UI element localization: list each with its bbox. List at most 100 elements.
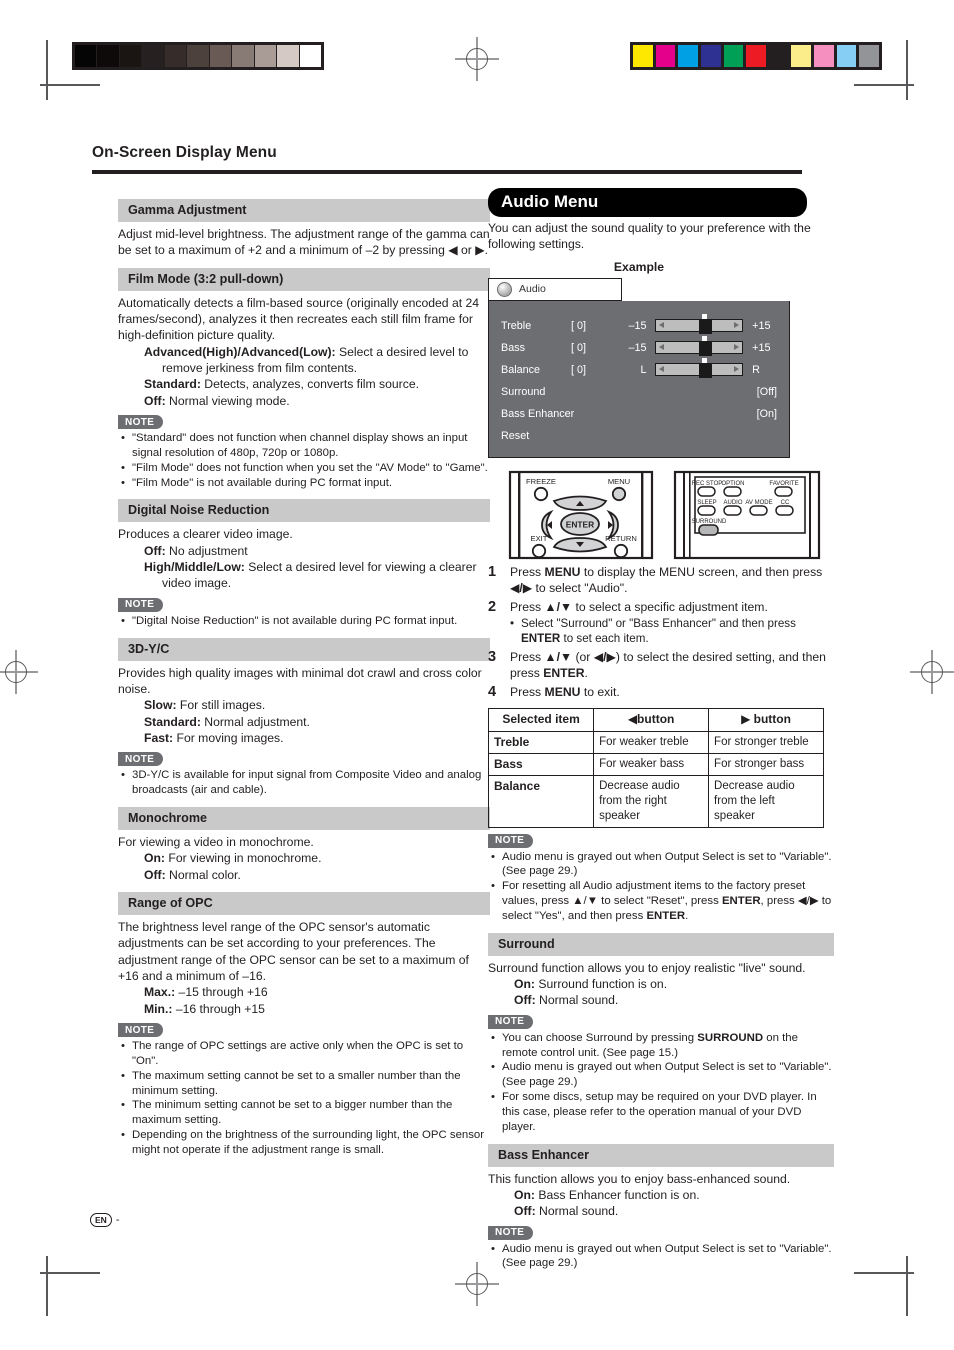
option-term: Max.: bbox=[144, 985, 176, 1000]
step-text: Press MENU to exit. bbox=[510, 685, 620, 700]
table-cell: Balance bbox=[487, 775, 595, 828]
option-desc: Bass Enhancer function is on. bbox=[534, 1187, 700, 1202]
osd-row[interactable]: Bass [ 0] –15 +15 bbox=[489, 336, 789, 359]
note-list: "Standard" does not function when channe… bbox=[120, 431, 490, 490]
option-line: Standard: Normal adjustment. bbox=[144, 714, 490, 730]
option-term: Standard: bbox=[144, 377, 201, 392]
section-body: Provides high quality images with minima… bbox=[118, 665, 482, 696]
slider-right-arrow-icon bbox=[734, 366, 740, 373]
option-term: Off: bbox=[144, 867, 166, 882]
table-cell: Treble bbox=[487, 730, 595, 755]
section-title-bass-enhancer: Bass Enhancer bbox=[488, 1143, 834, 1167]
option-line: On: Bass Enhancer function is on. bbox=[514, 1187, 834, 1203]
step-item: 1 Press MENU to display the MENU screen, … bbox=[488, 564, 834, 596]
osd-slider[interactable] bbox=[654, 336, 744, 356]
note-item: Audio menu is grayed out when Output Sel… bbox=[490, 1242, 834, 1272]
note-item: The minimum setting cannot be set to a b… bbox=[120, 1098, 490, 1128]
table-row: Treble For weaker treble For stronger treb… bbox=[487, 730, 824, 755]
option-term: Advanced(High)/Advanced(Low): bbox=[144, 344, 336, 359]
option-term: Off: bbox=[514, 993, 536, 1008]
note-item: For some discs, setup may be required on… bbox=[490, 1090, 834, 1134]
option-line: Advanced(High)/Advanced(Low): Select a d… bbox=[144, 344, 490, 377]
section-body: The brightness level range of the OPC se… bbox=[118, 920, 469, 984]
svg-text:OPTION: OPTION bbox=[721, 481, 744, 487]
note-item: "Film Mode" does not function when you s… bbox=[120, 461, 490, 476]
slider-marker bbox=[701, 358, 707, 364]
note-item: For resetting all Audio adjustment items… bbox=[490, 879, 834, 923]
option-desc: No adjustment bbox=[165, 543, 248, 558]
left-column: Gamma Adjustment Adjust mid-level brightn… bbox=[118, 190, 490, 1158]
note-item: "Film Mode" is not available during PC f… bbox=[120, 476, 490, 491]
note-item: The maximum setting cannot be set to a s… bbox=[120, 1069, 490, 1099]
step-number: 1 bbox=[488, 563, 497, 580]
section-title-surround: Surround bbox=[488, 932, 834, 956]
section-title: Monochrome bbox=[118, 806, 490, 830]
slider-knob[interactable] bbox=[698, 362, 712, 378]
note-tag: NOTE bbox=[488, 1225, 534, 1240]
note-tag: NOTE bbox=[118, 752, 164, 767]
option-desc: Normal adjustment. bbox=[200, 714, 310, 729]
table-header-cell: ◀button bbox=[593, 708, 710, 732]
osd-slider[interactable] bbox=[654, 314, 744, 334]
option-term: Off: bbox=[144, 393, 166, 408]
note-tag: NOTE bbox=[118, 597, 164, 612]
table-cell: Bass bbox=[487, 753, 595, 777]
note-tag: NOTE bbox=[488, 833, 534, 848]
section-body: Adjust mid-level brightness. The adjustm… bbox=[118, 227, 490, 258]
section-title: Gamma Adjustment bbox=[118, 199, 490, 222]
option-term: Fast: bbox=[144, 730, 174, 745]
osd-slider[interactable] bbox=[654, 358, 744, 378]
slider-right-arrow-icon bbox=[734, 322, 740, 329]
osd-row-label: Treble bbox=[501, 319, 532, 332]
svg-text:AV MODE: AV MODE bbox=[745, 500, 772, 506]
slider-knob[interactable] bbox=[698, 318, 712, 334]
option-desc: Normal viewing mode. bbox=[165, 393, 290, 408]
step-sub-item: Select "Surround" or "Bass Enhancer" and… bbox=[510, 616, 834, 646]
note-item: Depending on the brightness of the surro… bbox=[120, 1128, 490, 1158]
header-rule bbox=[92, 170, 802, 174]
audio-menu-steps: 1 Press MENU to display the MENU screen, … bbox=[488, 564, 834, 701]
svg-text:SLEEP: SLEEP bbox=[697, 500, 716, 506]
note-list: 3D-Y/C is available for input signal fro… bbox=[120, 768, 490, 798]
osd-row[interactable]: Balance [ 0] L R bbox=[489, 358, 789, 381]
osd-row[interactable]: Bass Enhancer [On] bbox=[489, 403, 789, 425]
option-desc: Normal color. bbox=[165, 867, 241, 882]
surround-body: Surround function allows you to enjoy re… bbox=[488, 960, 806, 975]
note-item: "Digital Noise Reduction" is not availab… bbox=[120, 614, 490, 629]
table-cell: For weaker bass bbox=[593, 753, 710, 777]
section-title: 3D-Y/C bbox=[118, 637, 490, 661]
option-desc: Normal sound. bbox=[535, 1204, 619, 1219]
osd-row-state: [Off] bbox=[756, 385, 777, 398]
slider-left-arrow-icon bbox=[658, 344, 664, 351]
table-row: Balance Decrease audio from the right spe… bbox=[487, 775, 824, 828]
slider-knob[interactable] bbox=[698, 340, 712, 356]
option-term: Standard: bbox=[144, 714, 201, 729]
surround-notes: You can choose Surround by pressing SURR… bbox=[490, 1031, 834, 1135]
step-item: 2 Press ▲/▼ to select a specific adjustme… bbox=[488, 599, 834, 646]
note-item: Audio menu is grayed out when Output Sel… bbox=[490, 850, 834, 880]
table-cell: For stronger bass bbox=[708, 753, 824, 777]
osd-row[interactable]: Treble [ 0] –15 +15 bbox=[489, 314, 789, 337]
note-item: "Standard" does not function when channe… bbox=[120, 431, 490, 461]
table-header-cell: ▶ button bbox=[708, 708, 824, 732]
note-tag: NOTE bbox=[118, 415, 164, 430]
option-term: On: bbox=[514, 977, 535, 992]
slider-right-arrow-icon bbox=[734, 344, 740, 351]
section-body: Produces a clearer video image. bbox=[118, 527, 293, 542]
note-tag: NOTE bbox=[118, 1023, 164, 1038]
osd-tab-label: Audio bbox=[519, 283, 546, 296]
section-body: For viewing a video in monochrome. bbox=[118, 834, 314, 849]
table-row: Bass For weaker bass For stronger bass bbox=[487, 753, 824, 777]
step-item: 3 Press ▲/▼ (or ◀/▶) to select the desire… bbox=[488, 649, 834, 681]
osd-row[interactable]: Reset bbox=[489, 425, 789, 447]
osd-row-label: Reset bbox=[501, 429, 530, 442]
table-cell: For weaker treble bbox=[593, 730, 710, 755]
table-cell: Decrease audio from the left speaker bbox=[708, 775, 824, 828]
manual-page: On-Screen Display Menu Gamma Adjustment A… bbox=[0, 0, 954, 1350]
svg-text:FREEZE: FREEZE bbox=[526, 477, 556, 486]
option-desc: For viewing in monochrome. bbox=[164, 851, 322, 866]
osd-row-label: Balance bbox=[501, 363, 541, 376]
step-number: 3 bbox=[488, 649, 497, 666]
option-term: High/Middle/Low: bbox=[144, 560, 245, 575]
osd-row[interactable]: Surround [Off] bbox=[489, 381, 789, 403]
